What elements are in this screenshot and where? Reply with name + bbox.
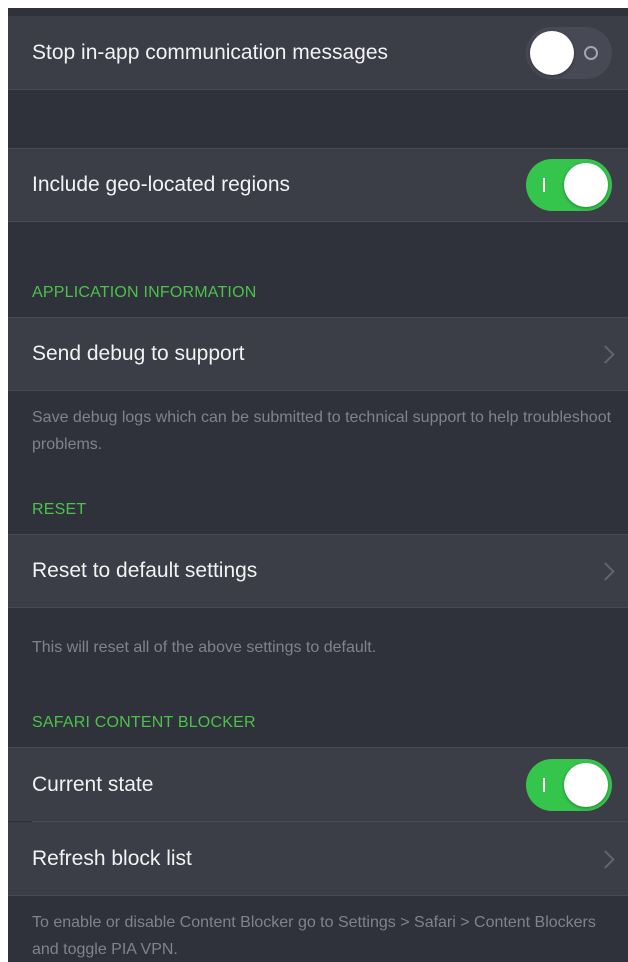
reset-section-header: RESET: [32, 501, 87, 518]
app-info-section-header: APPLICATION INFORMATION: [32, 284, 257, 301]
reset-defaults-label: Reset to default settings: [32, 559, 258, 582]
send-debug-label: Send debug to support: [32, 342, 245, 365]
toggle-knob: [530, 30, 574, 75]
geo-regions-row[interactable]: Include geo-located regions: [8, 148, 628, 222]
toggle-off-icon: [584, 45, 598, 60]
chevron-right-icon: [596, 849, 615, 869]
safari-section-header: SAFARI CONTENT BLOCKER: [32, 714, 256, 731]
toggle-on-icon: [543, 178, 545, 192]
reset-footer: This will reset all of the above setting…: [32, 639, 377, 656]
current-state-row[interactable]: Current state: [8, 747, 628, 821]
toggle-knob: [564, 762, 608, 807]
reset-defaults-row[interactable]: Reset to default settings: [8, 534, 628, 608]
stop-messages-row[interactable]: Stop in-app communication messages: [8, 16, 628, 90]
stop-messages-toggle[interactable]: [526, 26, 612, 79]
safari-footer: To enable or disable Content Blocker go …: [32, 914, 596, 958]
settings-screen: Stop in-app communication messages Inclu…: [8, 8, 628, 962]
refresh-block-list-row[interactable]: Refresh block list: [8, 822, 628, 896]
stop-messages-label: Stop in-app communication messages: [32, 40, 389, 64]
geo-regions-label: Include geo-located regions: [32, 173, 291, 196]
app-info-footer: Save debug logs which can be submitted t…: [32, 409, 612, 453]
toggle-on-icon: [543, 777, 545, 792]
toggle-knob: [564, 163, 608, 207]
refresh-block-list-label: Refresh block list: [32, 846, 192, 870]
current-state-label: Current state: [32, 772, 154, 796]
content-blocker-toggle[interactable]: [526, 758, 612, 811]
send-debug-row[interactable]: Send debug to support: [8, 317, 628, 391]
chevron-right-icon: [596, 345, 615, 364]
chevron-right-icon: [596, 562, 615, 581]
geo-regions-toggle[interactable]: [526, 159, 612, 211]
